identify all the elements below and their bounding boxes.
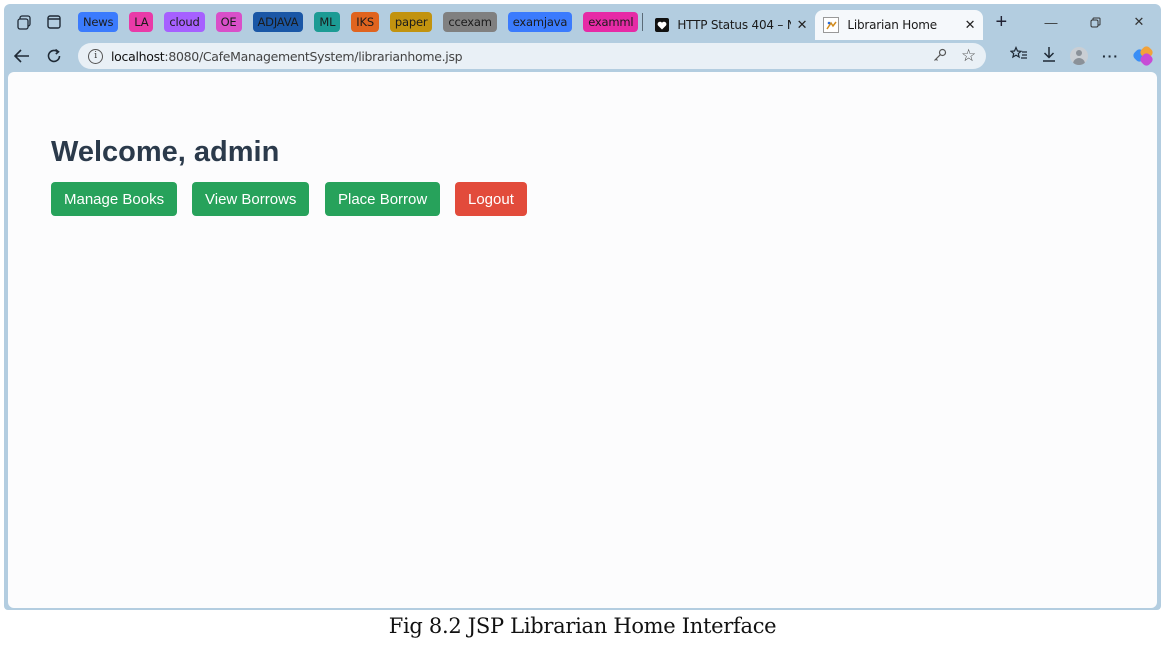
- url-host: localhost: [111, 48, 165, 64]
- place-borrow-button[interactable]: Place Borrow: [325, 182, 441, 216]
- refresh-icon[interactable]: [38, 42, 70, 70]
- tab-librarian-home[interactable]: Librarian Home ✕: [815, 10, 984, 40]
- tab-divider: [642, 13, 644, 31]
- browser-window: News LA cloud OE ADJAVA ML IKS paper cce…: [4, 4, 1161, 610]
- tab-strip: News LA cloud OE ADJAVA ML IKS paper cce…: [4, 4, 1161, 40]
- favorites-icon[interactable]: [1009, 45, 1028, 66]
- welcome-heading: Welcome, admin: [51, 136, 280, 168]
- tab-group-adjava[interactable]: ADJAVA: [252, 12, 304, 32]
- tab-group-examjava[interactable]: examjava: [507, 12, 573, 32]
- tab-actions-icon[interactable]: [40, 8, 68, 36]
- manage-books-button[interactable]: Manage Books: [51, 182, 178, 216]
- tab-group-oe[interactable]: OE: [215, 12, 242, 32]
- tab-group-paper[interactable]: paper: [389, 12, 433, 32]
- close-tab-icon[interactable]: ✕: [797, 18, 808, 33]
- site-info-icon[interactable]: i: [88, 48, 103, 64]
- window-controls: — ✕: [1029, 4, 1161, 40]
- more-menu-icon[interactable]: ···: [1102, 48, 1119, 64]
- tab-group-examml[interactable]: examml: [583, 12, 639, 32]
- tab-group-iks[interactable]: IKS: [351, 12, 379, 32]
- tab-group-cloud[interactable]: cloud: [164, 12, 205, 32]
- download-icon[interactable]: [1042, 46, 1056, 66]
- tab-group-ml[interactable]: ML: [314, 12, 341, 32]
- password-key-icon[interactable]: [933, 48, 947, 65]
- restore-icon[interactable]: [1073, 4, 1117, 40]
- tab-http-404[interactable]: HTTP Status 404 – Not Found ✕: [647, 10, 815, 40]
- logout-button[interactable]: Logout: [455, 182, 527, 216]
- url-path: :8080/CafeManagementSystem/librarianhome…: [164, 48, 463, 64]
- new-tab-icon[interactable]: +: [989, 11, 1013, 34]
- address-bar[interactable]: i localhost:8080/CafeManagementSystem/li…: [78, 43, 986, 69]
- page-viewport: Welcome, admin Manage Books View Borrows…: [8, 72, 1157, 608]
- favorite-star-icon[interactable]: ☆: [961, 46, 976, 66]
- toolbar-right: ···: [1009, 40, 1155, 72]
- tab-group-ccexam[interactable]: ccexam: [443, 12, 497, 32]
- close-window-icon[interactable]: ✕: [1117, 4, 1161, 40]
- profile-avatar-icon[interactable]: [1070, 47, 1088, 65]
- cup-icon: [823, 17, 840, 33]
- tab-group-la[interactable]: LA: [129, 12, 154, 32]
- minimize-icon[interactable]: —: [1029, 4, 1073, 40]
- tab-title: Librarian Home: [847, 18, 937, 32]
- copilot-icon[interactable]: [1131, 44, 1155, 68]
- close-tab-icon[interactable]: ✕: [965, 18, 976, 33]
- tab-group-news[interactable]: News: [78, 12, 119, 32]
- view-borrows-button[interactable]: View Borrows: [192, 182, 310, 216]
- back-arrow-icon[interactable]: [6, 42, 38, 70]
- browser-toolbar: i localhost:8080/CafeManagementSystem/li…: [4, 40, 1161, 72]
- tab-title: HTTP Status 404 – Not Found: [677, 18, 790, 32]
- figure-caption: Fig 8.2 JSP Librarian Home Interface: [388, 614, 777, 638]
- heart-icon: [655, 18, 670, 32]
- workspaces-icon[interactable]: [10, 8, 38, 36]
